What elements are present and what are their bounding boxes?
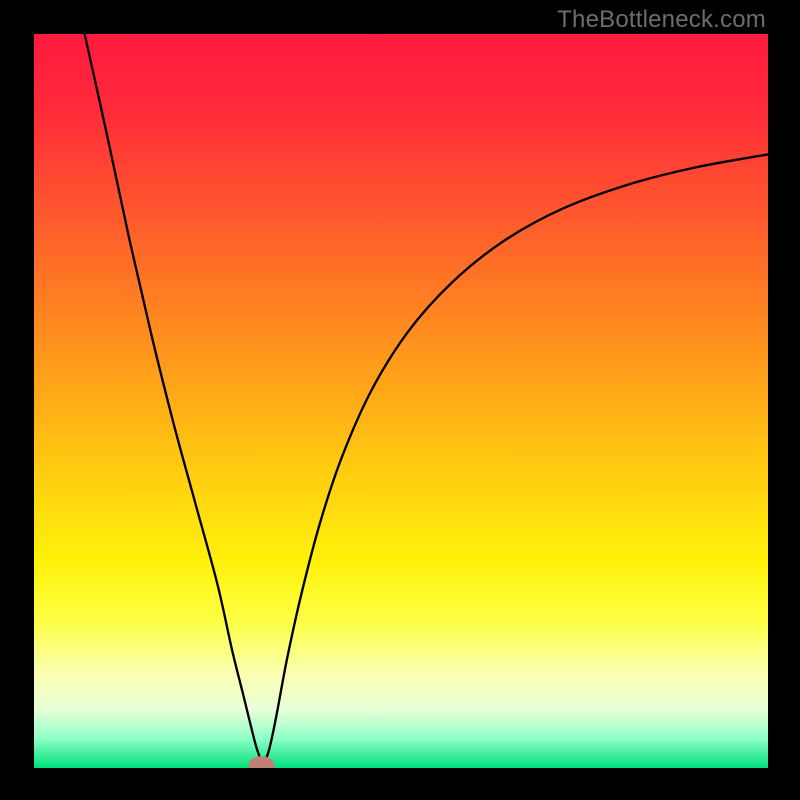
bottleneck-curve xyxy=(85,34,768,762)
watermark-text: TheBottleneck.com xyxy=(557,6,766,34)
optimal-point-marker xyxy=(248,756,274,768)
chart-frame: TheBottleneck.com xyxy=(0,0,800,800)
plot-area xyxy=(34,34,768,768)
curve-layer xyxy=(34,34,768,768)
